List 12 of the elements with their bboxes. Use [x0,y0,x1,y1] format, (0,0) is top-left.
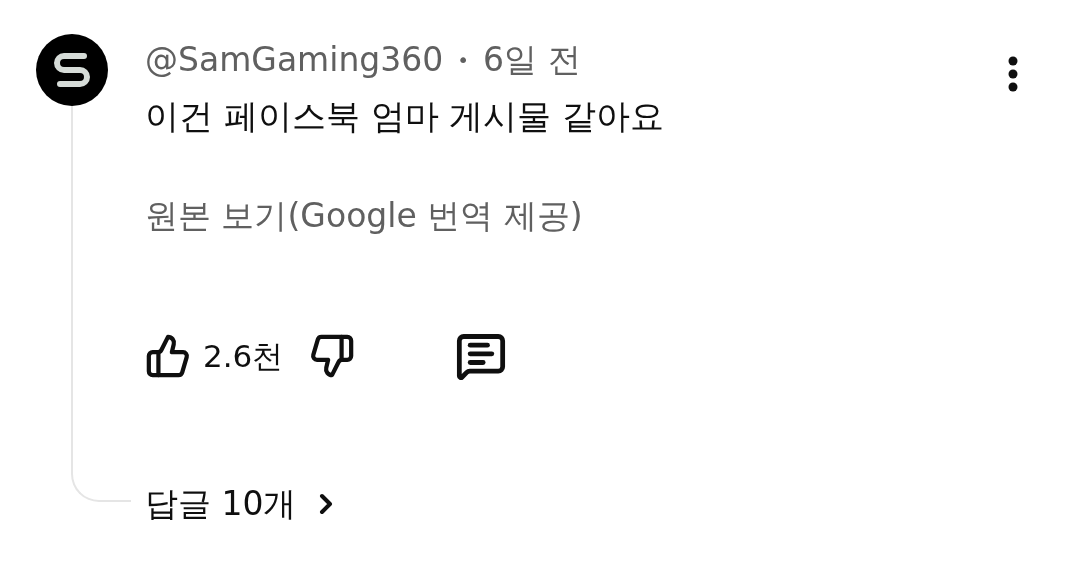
thumbs-down-icon [309,333,356,379]
translation-link[interactable]: 원본 보기(Google 번역 제공) [145,188,1000,244]
like-button[interactable]: 2.6천 [145,332,284,380]
replies-button[interactable]: 답글 10개 [145,476,343,532]
thumbs-up-icon [145,333,191,379]
comment-text: 이건 페이스북 엄마 게시물 같아요 [145,95,666,138]
author-name[interactable]: @SamGaming360 [145,35,444,85]
comment-time: 6일 전 [483,39,581,82]
dislike-button[interactable] [309,333,356,379]
separator-dot: • [457,47,470,74]
more-icon [1008,56,1018,92]
avatar-icon [36,34,108,106]
